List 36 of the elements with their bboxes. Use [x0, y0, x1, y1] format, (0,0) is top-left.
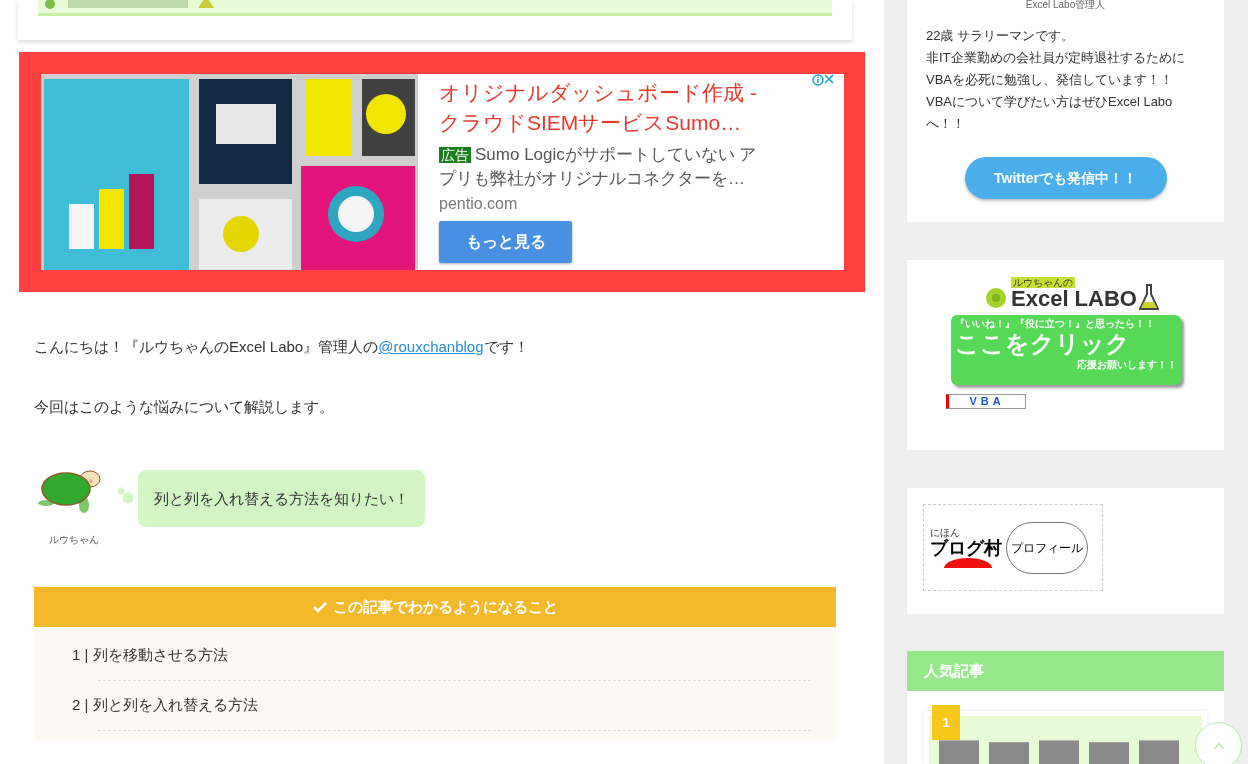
blogmura-small-label: にほん: [930, 527, 961, 538]
more-button[interactable]: もっと見る: [439, 221, 572, 263]
ad-title[interactable]: オリジナルダッシュボード作成 - クラウドSIEMサービスSumo…: [439, 78, 779, 138]
profile-bio-line: VBAを必死に勉強し、発信しています！！: [926, 71, 1173, 89]
profile-bio-line: 22歳 サラリーマンです。: [926, 27, 1075, 45]
popular-title: 人気記事: [924, 660, 984, 681]
profile-bio-line: へ！！: [926, 115, 965, 133]
character-name: ルウちゃん: [49, 534, 99, 546]
check-icon: [312, 601, 327, 613]
speech-bubble: 列と列を入れ替える方法を知りたい！: [138, 470, 425, 527]
thought-dots-icon: [117, 485, 134, 505]
rank-badge: 1: [932, 705, 960, 740]
summary-item: 1 | 列を移動させる方法: [72, 645, 228, 666]
flask-icon: [1138, 284, 1159, 310]
sun-icon: [944, 558, 992, 568]
profile-speech-bubble: プロフィール: [1006, 521, 1088, 574]
author-link[interactable]: @rouxchanblog: [378, 338, 484, 355]
ad-description: 広告 Sumo Logicがサポートしていない アプリも弊社がオリジナルコネクターを…: [439, 144, 757, 190]
profile-bio-line: 非IT企業勤めの会社員が定時退社するために: [926, 49, 1185, 67]
blogmura-banner[interactable]: にほん ブログ村 プロフィール: [923, 504, 1103, 591]
close-icon[interactable]: [824, 74, 834, 84]
ad-domain[interactable]: pentio.com: [439, 193, 814, 215]
profile-bio-line: VBAについて学びたい方はぜひExcel Labo: [926, 93, 1173, 111]
info-icon[interactable]: [812, 74, 824, 86]
profile-role: Excel Labo管理人: [1025, 0, 1106, 10]
twitter-button[interactable]: Twitterでも発信中！！: [964, 157, 1167, 199]
lead-paragraph: 今回はこのような悩みについて解説します。: [34, 397, 335, 417]
vba-tag[interactable]: VBA: [946, 394, 1026, 409]
banner-small-label: ルウちゃんの: [1011, 277, 1075, 288]
summary-item: 2 | 列と列を入れ替える方法: [72, 695, 258, 716]
chevron-up-icon: [1212, 741, 1225, 750]
intro-paragraph: こんにちは！『ルウちゃんのExcel Labo』管理人の@rouxchanblogです！: [34, 337, 530, 357]
banner-logo: Excel LABO: [1011, 288, 1137, 310]
ad-badge: 広告: [439, 147, 471, 163]
blogmura-logo: ブログ村: [930, 538, 1002, 558]
summary-title: この記事でわかるようになること: [332, 596, 558, 617]
